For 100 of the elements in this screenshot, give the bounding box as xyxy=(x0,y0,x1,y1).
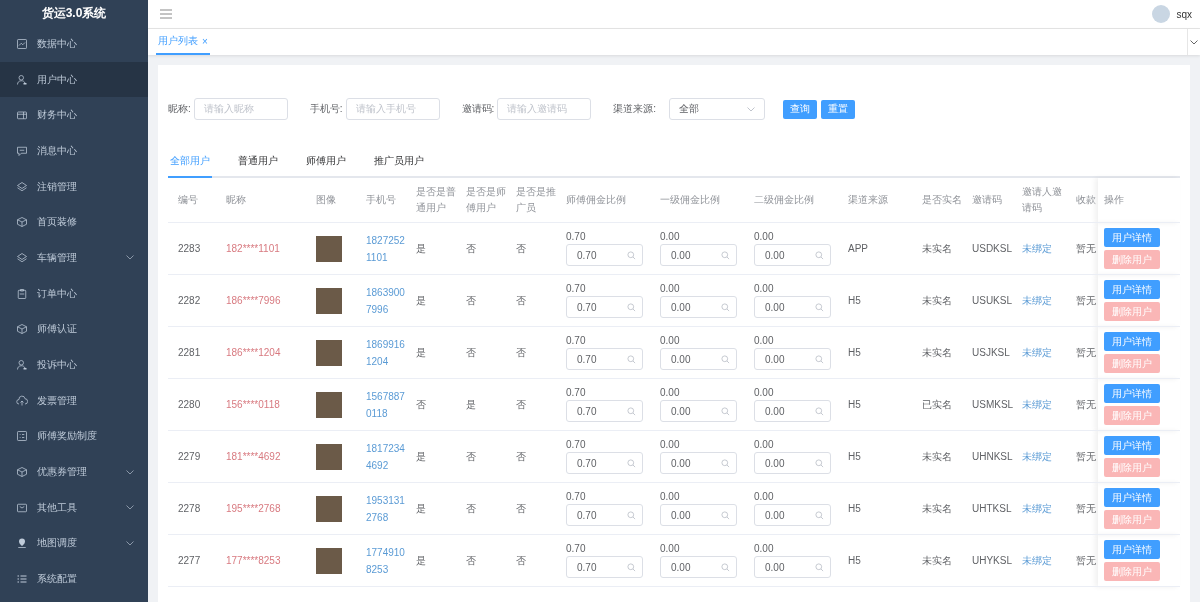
ratio-input[interactable]: 0.00 xyxy=(660,452,737,474)
menu-icon[interactable] xyxy=(160,9,172,19)
channel-select[interactable]: 全部 xyxy=(669,98,766,120)
ratio-input[interactable]: 0.70 xyxy=(566,348,643,370)
sidebar-item[interactable]: 用户中心 xyxy=(0,61,148,98)
user-type-tab[interactable]: 推广员用户 xyxy=(372,148,426,178)
ratio-input[interactable]: 0.00 xyxy=(660,296,737,318)
ratio-value: 0.00 xyxy=(660,335,681,346)
table-cell: H5 xyxy=(838,274,912,327)
ratio-input[interactable]: 0.00 xyxy=(660,348,737,370)
table-cell: H5 xyxy=(838,534,912,587)
sidebar-item[interactable]: 车辆管理 xyxy=(0,240,148,276)
ratio-input[interactable]: 0.00 xyxy=(660,400,737,422)
sidebar-item[interactable]: 财务中心 xyxy=(0,97,148,134)
sidebar-item[interactable]: 优惠券管理 xyxy=(0,454,148,490)
photo-placeholder xyxy=(316,547,342,574)
table-cell: UHTKSL xyxy=(962,482,1012,535)
table-cell: 181****4692 xyxy=(216,430,306,483)
table-cell: 否 xyxy=(456,222,506,275)
table-cell: 暂无 xyxy=(1066,534,1098,587)
table-cell: APP xyxy=(838,222,912,275)
ratio-input[interactable]: 0.70 xyxy=(566,400,643,422)
table-cell: 是 xyxy=(406,326,456,379)
avatar[interactable] xyxy=(1152,5,1171,23)
sidebar-item[interactable]: 注销管理 xyxy=(0,168,148,205)
sidebar-item[interactable]: 首页装修 xyxy=(0,204,148,241)
sidebar-item[interactable]: 系统配置 xyxy=(0,561,148,597)
ratio-input[interactable]: 0.70 xyxy=(566,452,643,474)
search-icon xyxy=(815,302,824,312)
photo-placeholder xyxy=(316,339,342,366)
ratio-input[interactable]: 0.00 xyxy=(754,452,831,474)
clipboard-icon xyxy=(16,287,28,300)
table-cell: 186****1204 xyxy=(216,326,306,379)
table-cell: H5 xyxy=(838,482,912,535)
ratio-input[interactable]: 0.70 xyxy=(566,504,643,526)
table-cell: 未实名 xyxy=(912,326,962,379)
ratio-input[interactable]: 0.70 xyxy=(566,556,643,578)
table-cell: 177****8253 xyxy=(216,534,306,587)
sidebar-item[interactable]: 其他工具 xyxy=(0,489,148,526)
column-header: 编号 xyxy=(168,178,216,223)
ratio-input[interactable]: 0.00 xyxy=(754,244,831,266)
search-icon xyxy=(627,510,636,520)
user-icon xyxy=(16,73,28,86)
column-header: 是否是普通用户 xyxy=(406,178,456,223)
table-cell: 未实名 xyxy=(912,534,962,587)
ratio-input[interactable]: 0.70 xyxy=(566,296,643,318)
chevron-down-icon xyxy=(1190,39,1198,45)
search-icon xyxy=(721,458,730,468)
ratio-value: 0.00 xyxy=(754,491,775,502)
ratio-input[interactable]: 0.00 xyxy=(660,504,737,526)
sidebar-item[interactable]: 发票管理 xyxy=(0,382,148,419)
search-icon xyxy=(627,354,636,364)
ratio-input[interactable]: 0.00 xyxy=(660,556,737,578)
tabs-dropdown[interactable] xyxy=(1187,29,1200,55)
ratio-input[interactable]: 0.00 xyxy=(754,556,831,578)
chevron-down-icon xyxy=(747,106,756,112)
list-icon xyxy=(16,573,28,586)
table-cell: 是 xyxy=(406,274,456,327)
table-cell: 未实名 xyxy=(912,430,962,483)
ratio-input[interactable]: 0.00 xyxy=(754,296,831,318)
table-cell: 2281 xyxy=(168,326,216,379)
search-icon xyxy=(721,510,730,520)
table-cell: 未实名 xyxy=(912,482,962,535)
ratio-input[interactable]: 0.00 xyxy=(754,504,831,526)
search-icon xyxy=(627,458,636,468)
sidebar-item[interactable]: 数据中心 xyxy=(0,26,148,62)
table-cell: 否 xyxy=(406,378,456,431)
field-label: 昵称: xyxy=(168,102,191,116)
ratio-input[interactable]: 0.00 xyxy=(754,348,831,370)
sidebar-item[interactable]: 订单中心 xyxy=(0,275,148,312)
sidebar-item[interactable]: 消息中心 xyxy=(0,133,148,169)
column-header: 是否是师傅用户 xyxy=(456,178,506,223)
ratio-value: 0.00 xyxy=(660,491,681,502)
ratio-value: 0.00 xyxy=(754,283,775,294)
table-cell: H5 xyxy=(838,430,912,483)
ratio-input[interactable]: 0.00 xyxy=(754,400,831,422)
sidebar-item[interactable]: 师傅认证 xyxy=(0,311,148,348)
user-type-tab[interactable]: 师傅用户 xyxy=(304,148,348,178)
sidebar-item[interactable]: 地图调度 xyxy=(0,525,148,562)
sidebar-item[interactable]: 师傅奖励制度 xyxy=(0,418,148,455)
ratio-input[interactable]: 0.70 xyxy=(566,244,643,266)
table-cell: 是 xyxy=(406,430,456,483)
column-header: 是否是推广员 xyxy=(506,178,556,223)
user-icon xyxy=(16,359,28,372)
ratio-input[interactable]: 0.00 xyxy=(660,244,737,266)
table-cell: 否 xyxy=(506,534,556,587)
table-cell: 186****7996 xyxy=(216,274,306,327)
layers-icon xyxy=(16,251,28,264)
search-icon xyxy=(721,302,730,312)
column-header: 一级佣金比例 xyxy=(650,178,744,223)
field-label: 手机号: xyxy=(309,102,343,116)
search-icon xyxy=(627,406,636,416)
table-cell: 未实名 xyxy=(912,274,962,327)
user-type-tab[interactable]: 普通用户 xyxy=(236,148,280,178)
column-header: 手机号 xyxy=(356,178,406,223)
sidebar-item[interactable]: 投诉中心 xyxy=(0,347,148,383)
photo-placeholder xyxy=(316,495,342,522)
ratio-value: 0.70 xyxy=(566,387,587,398)
ratio-value: 0.00 xyxy=(754,543,775,554)
photo-placeholder xyxy=(316,391,342,418)
